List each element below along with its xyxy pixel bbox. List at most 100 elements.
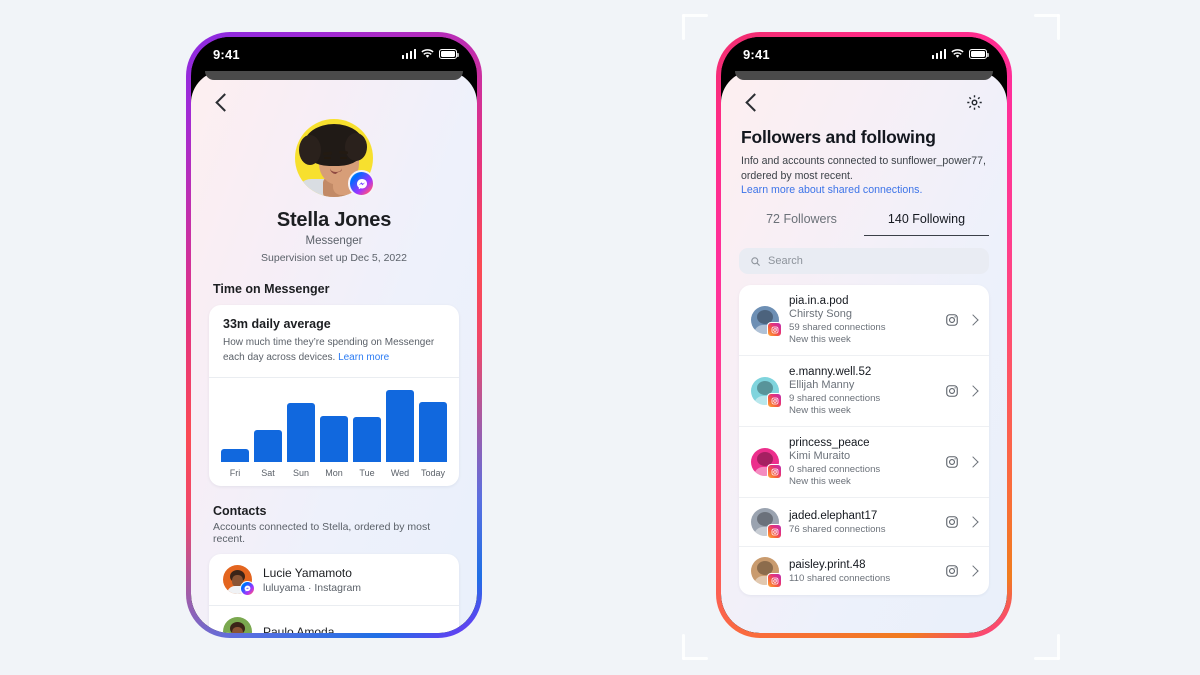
contact-row[interactable]: Lucie Yamamoto luluyama · Instagram (209, 554, 459, 605)
corner-bracket-top-right (1034, 14, 1060, 40)
accounts-list: pia.in.a.pod Chirsty Song 59 shared connec… (739, 285, 989, 596)
status-bar-icons (401, 49, 459, 59)
gear-icon (966, 94, 982, 110)
time-bar-chart: Fri Sat Sun Mon Tue Wed Today (209, 378, 459, 486)
list-item[interactable]: e.manny.well.52 Ellijah Manny 9 shared con… (739, 355, 989, 426)
new-this-week-label: New this week (789, 405, 851, 417)
status-bar-icons-right (931, 49, 989, 59)
back-chevron-icon (214, 92, 234, 112)
instagram-icon (946, 456, 958, 469)
time-section-title: Time on Messenger (213, 282, 330, 296)
chart-bar (419, 402, 447, 462)
status-bar-time-right: 9:41 (743, 46, 770, 62)
tab-followers[interactable]: 72 Followers (739, 212, 864, 236)
account-real-name: Ellijah Manny (789, 379, 855, 392)
row-actions (945, 564, 979, 578)
account-username: princess_peace (789, 437, 870, 450)
back-button-left[interactable] (211, 89, 237, 115)
chart-x-labels: Fri Sat Sun Mon Tue Wed Today (221, 468, 447, 478)
contact-name: Paulo Amoda (263, 624, 335, 634)
time-card-description: How much time they’re spending on Messen… (223, 337, 435, 363)
cellular-signal-icon (931, 49, 946, 59)
messenger-badge-icon (348, 170, 375, 197)
avatar (751, 377, 782, 409)
contacts-section-subtitle: Accounts connected to Stella, ordered by… (213, 521, 431, 545)
chevron-right-icon[interactable] (967, 385, 979, 397)
new-this-week-label: New this week (789, 476, 851, 488)
avatar (223, 565, 255, 596)
wifi-icon (421, 49, 434, 58)
messenger-badge-icon (240, 581, 255, 596)
account-username: jaded.elephant17 (789, 509, 878, 522)
profile-app-label: Messenger (305, 235, 363, 247)
shared-connections-count: 110 shared connections (789, 572, 891, 584)
chart-x-label: Tue (359, 468, 375, 478)
tab-bar: 72 Followers 140 Following (739, 212, 989, 237)
search-input[interactable]: Search (739, 248, 989, 275)
chart-bar (386, 390, 414, 462)
page-title-right: Followers and following (741, 127, 936, 147)
battery-icon (439, 49, 459, 59)
status-bar-time: 9:41 (213, 46, 240, 62)
row-actions (945, 313, 979, 327)
instagram-badge-icon (767, 464, 782, 480)
chevron-right-icon[interactable] (967, 314, 979, 326)
new-this-week-label: New this week (789, 334, 851, 346)
avatar (751, 306, 782, 338)
list-item[interactable]: jaded.elephant17 76 shared connections (739, 497, 989, 546)
corner-bracket-top-left (682, 14, 708, 40)
chevron-right-icon[interactable] (967, 565, 979, 577)
row-actions (945, 384, 979, 398)
daily-average-label: 33m daily average (223, 317, 331, 331)
instagram-icon (946, 516, 958, 529)
shared-connections-link[interactable]: Learn more about shared connections. (721, 184, 1007, 196)
contact-name: Lucie Yamamoto (263, 565, 352, 580)
battery-icon (969, 49, 989, 59)
cellular-signal-icon (401, 49, 416, 59)
search-placeholder: Search (768, 255, 803, 268)
profile-header: Stella Jones Messenger Supervision set u… (191, 119, 477, 264)
instagram-icon (946, 565, 958, 578)
chart-bar (221, 449, 249, 462)
notch-lip-left (205, 71, 463, 80)
settings-button[interactable] (961, 89, 987, 115)
avatar (751, 448, 782, 480)
list-item[interactable]: pia.in.a.pod Chirsty Song 59 shared connec… (739, 285, 989, 355)
chart-x-label: Sun (292, 468, 309, 478)
list-item[interactable]: princess_peace Kimi Muraito 0 shared conne… (739, 426, 989, 497)
phone-mockup-left: 9:41 Stella Jones Messenger Supervision … (186, 32, 482, 638)
avatar-image (223, 617, 252, 633)
learn-more-link[interactable]: Learn more (338, 352, 389, 363)
instagram-icon (946, 385, 958, 398)
chart-bar (353, 417, 381, 462)
contact-row[interactable]: Paulo Amoda (209, 606, 459, 633)
chart-bars (221, 390, 447, 462)
phone-screen-left: 9:41 Stella Jones Messenger Supervision … (191, 37, 477, 633)
contact-meta: luluyama · Instagram (263, 581, 362, 594)
tab-following[interactable]: 140 Following (864, 212, 989, 237)
chart-bar (320, 415, 348, 462)
avatar (751, 508, 782, 540)
instagram-badge-icon (767, 322, 782, 338)
app-content-left: Stella Jones Messenger Supervision set u… (191, 71, 477, 633)
chart-bar (254, 430, 282, 462)
phone-screen-right: 9:41 Followers and following Info and ac… (721, 37, 1007, 633)
notch-lip-right (735, 71, 993, 80)
shared-connections-count: 0 shared connections (789, 464, 881, 476)
account-username: e.manny.well.52 (789, 366, 872, 379)
chart-x-label: Fri (229, 468, 241, 478)
status-bar-left: 9:41 (191, 37, 477, 71)
chevron-right-icon[interactable] (967, 456, 979, 468)
chevron-right-icon[interactable] (967, 516, 979, 528)
corner-bracket-bottom-left (682, 634, 708, 660)
chart-x-label: Today (420, 468, 446, 478)
wifi-icon (951, 49, 964, 58)
back-chevron-icon (744, 92, 764, 112)
back-button-right[interactable] (741, 89, 767, 115)
avatar[interactable] (295, 119, 375, 197)
account-username: pia.in.a.pod (789, 295, 849, 308)
instagram-icon (946, 314, 958, 327)
time-card: 33m daily average How much time they’re … (209, 305, 459, 486)
app-content-right: Followers and following Info and account… (721, 71, 1007, 633)
list-item[interactable]: paisley.print.48 110 shared connections (739, 546, 989, 595)
